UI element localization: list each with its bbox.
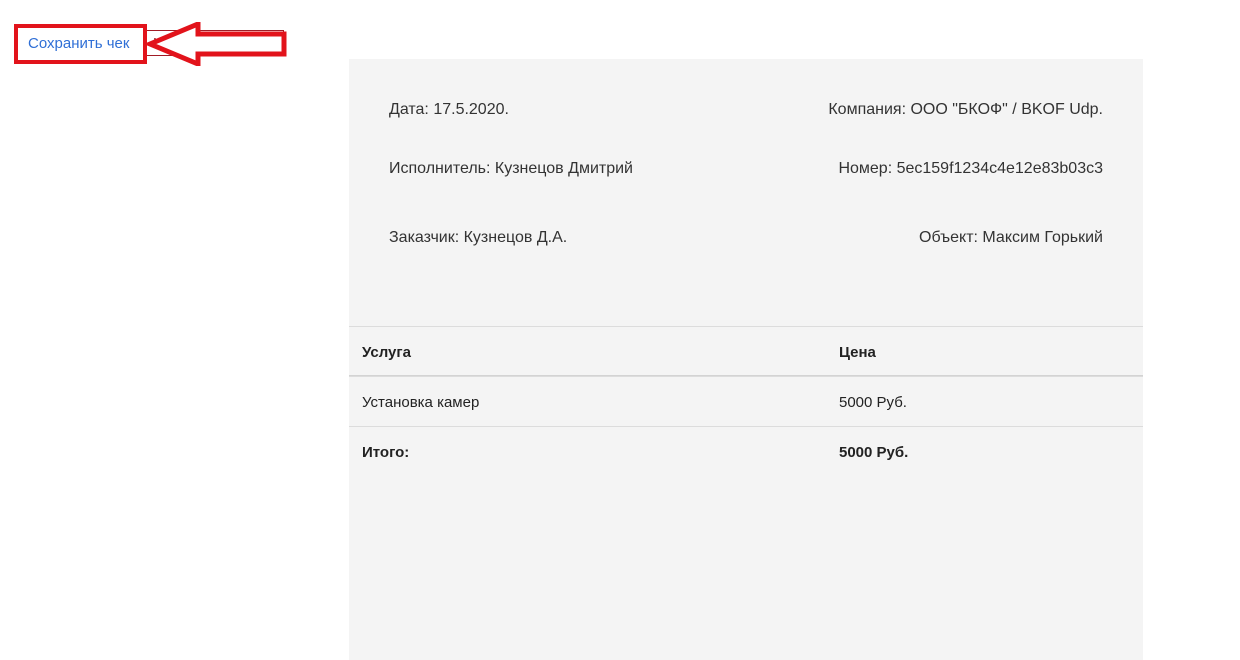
page: Сохранить чек Не сохранять чек Дата: 17.…	[0, 0, 1240, 660]
receipt-company: Компания: ООО "БКОФ" / BKOF Udp.	[828, 101, 1103, 118]
table-row: Установка камер 5000 Руб.	[349, 376, 1143, 426]
total-label: Итого:	[362, 444, 410, 461]
save-receipt-button[interactable]: Сохранить чек	[19, 30, 139, 58]
dont-save-receipt-button[interactable]: Не сохранять чек	[146, 30, 284, 56]
table-total-row: Итого: 5000 Руб.	[349, 426, 1143, 476]
total-value: 5000 Руб.	[839, 444, 909, 461]
service-price-cell: 5000 Руб.	[839, 394, 907, 411]
service-name-cell: Установка камер	[362, 394, 480, 411]
table-header-row: Услуга Цена	[349, 326, 1143, 376]
receipt-date: Дата: 17.5.2020.	[389, 101, 509, 118]
receipt-executor: Исполнитель: Кузнецов Дмитрий	[389, 160, 633, 177]
receipt-object: Объект: Максим Горький	[919, 229, 1103, 246]
column-header-price: Цена	[839, 344, 876, 361]
services-table: Услуга Цена Установка камер 5000 Руб. Ит…	[349, 326, 1143, 476]
column-header-service: Услуга	[362, 344, 411, 361]
receipt-card: Дата: 17.5.2020. Компания: ООО "БКОФ" / …	[349, 59, 1143, 660]
receipt-customer: Заказчик: Кузнецов Д.А.	[389, 229, 568, 246]
receipt-number: Номер: 5ec159f1234c4e12e83b03c3	[838, 160, 1103, 177]
